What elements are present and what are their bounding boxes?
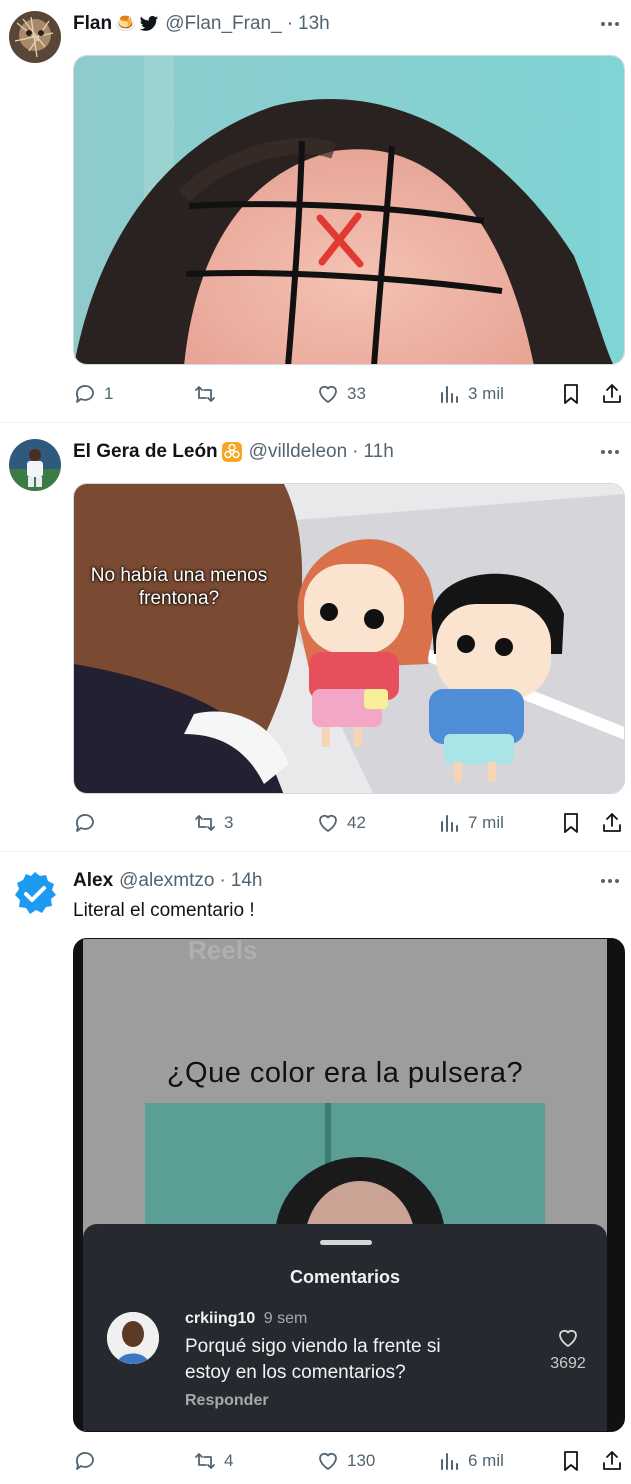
retweet-button[interactable]: 4: [193, 1448, 233, 1474]
reply-link[interactable]: Responder: [185, 1392, 269, 1410]
action-bar: 4 130 6 mil: [73, 1448, 625, 1474]
comment-age: 9 sem: [263, 1310, 308, 1327]
meme-caption: No había una menos frentona?: [90, 565, 268, 609]
views-button[interactable]: 3 mil: [437, 381, 504, 407]
like-button[interactable]: 33: [316, 381, 366, 407]
separator-dot: ·: [286, 13, 294, 34]
comment-line-1: Porqué sigo viendo la frente si: [185, 1336, 441, 1357]
retweet-count: 3: [224, 813, 234, 832]
views-icon: [441, 815, 458, 832]
retweet-button[interactable]: 3: [193, 810, 233, 836]
action-bar: 3 42 7 mil: [73, 810, 625, 836]
retweet-icon: [195, 1453, 215, 1469]
tweet-3[interactable]: Alex @alexmtzo · 14h Literal el comentar…: [0, 852, 631, 1484]
bookmark-icon: [564, 813, 578, 833]
like-button[interactable]: 42: [316, 810, 366, 836]
tweet-text: Literal el comentario !: [73, 900, 255, 921]
display-name[interactable]: Flan: [73, 13, 112, 35]
retweet-button[interactable]: [193, 381, 224, 407]
avatar[interactable]: [9, 439, 61, 491]
comment-line-2: estoy en los comentarios?: [185, 1362, 406, 1383]
handle[interactable]: @villdeleon: [249, 441, 348, 463]
bookmark-icon: [564, 384, 578, 404]
views-button[interactable]: 6 mil: [437, 1448, 504, 1474]
timestamp[interactable]: 14h: [231, 870, 263, 892]
handle[interactable]: @Flan_Fran_: [165, 13, 281, 35]
heart-icon: [319, 814, 337, 832]
comment-like-count: 3692: [550, 1355, 586, 1372]
bookmark-button[interactable]: [559, 810, 583, 836]
bookmark-icon: [564, 1451, 578, 1471]
retweet-icon: [195, 815, 215, 831]
reels-question: ¿Que color era la pulsera?: [166, 1057, 524, 1089]
retweet-icon: [195, 386, 215, 402]
author-row: Flan 🍮 @Flan_Fran_ · 13h: [73, 12, 330, 36]
share-icon: [603, 813, 621, 832]
reply-button[interactable]: [73, 1448, 104, 1474]
display-name[interactable]: Alex: [73, 870, 113, 892]
display-name[interactable]: El Gera de León: [73, 441, 218, 463]
views-button[interactable]: 7 mil: [437, 810, 504, 836]
reply-button[interactable]: 1: [73, 381, 113, 407]
avatar[interactable]: [9, 11, 61, 63]
bookmark-button[interactable]: [559, 1448, 583, 1474]
tweet-2[interactable]: El Gera de León @villdeleon · 11h No hab…: [0, 423, 631, 851]
avatar[interactable]: [9, 868, 61, 920]
heart-icon: [319, 385, 337, 403]
retweet-count: 4: [224, 1451, 234, 1470]
action-bar: 1 33 3 mil: [73, 381, 625, 407]
flan-emoji: 🍮: [115, 14, 137, 33]
comment-text: Porqué sigo viendo la frente si estoy en…: [185, 1334, 441, 1386]
comment-header: crkiing10 9 sem: [185, 1310, 307, 1328]
reply-icon: [75, 1452, 94, 1470]
reels-label: Reels: [188, 938, 258, 965]
like-count: 42: [347, 813, 366, 832]
views-icon: [441, 386, 458, 403]
views-count: 7 mil: [468, 813, 504, 832]
reply-count: 1: [104, 384, 114, 403]
share-icon: [603, 1451, 621, 1470]
share-icon: [603, 384, 621, 403]
reply-icon: [75, 814, 94, 832]
tweet-image[interactable]: [73, 55, 625, 365]
bird-icon: [139, 15, 159, 31]
tweet-video-screenshot[interactable]: Reels ¿Que color era la pulsera? Comenta…: [73, 938, 625, 1432]
author-row: Alex @alexmtzo · 14h: [73, 869, 263, 893]
timestamp[interactable]: 13h: [298, 13, 330, 35]
timestamp[interactable]: 11h: [364, 441, 394, 463]
more-options-icon[interactable]: [599, 13, 621, 35]
heart-icon: [319, 1452, 337, 1470]
views-icon: [441, 1453, 458, 1470]
comments-panel: Comentarios crkiing10 9 sem Porqué sigo …: [83, 1224, 607, 1431]
share-button[interactable]: [600, 381, 624, 407]
more-options-icon[interactable]: [599, 441, 621, 463]
like-count: 130: [347, 1451, 376, 1470]
author-row: El Gera de León @villdeleon · 11h: [73, 440, 394, 464]
like-count: 33: [347, 384, 366, 403]
views-count: 3 mil: [468, 384, 504, 403]
separator-dot: ·: [219, 870, 226, 891]
share-button[interactable]: [600, 810, 624, 836]
reply-button[interactable]: [73, 810, 104, 836]
comments-title: Comentarios: [289, 1267, 401, 1287]
drag-handle[interactable]: [320, 1240, 372, 1245]
reply-icon: [75, 385, 94, 403]
commenter-avatar[interactable]: [107, 1312, 159, 1364]
like-button[interactable]: 130: [316, 1448, 375, 1474]
comment-heart-icon[interactable]: [555, 1326, 581, 1350]
tweet-1[interactable]: Flan 🍮 @Flan_Fran_ · 13h 1 33 3 mil: [0, 0, 631, 422]
share-button[interactable]: [600, 1448, 624, 1474]
biohazard-badge-icon: [221, 442, 242, 462]
separator-dot: ·: [352, 441, 359, 462]
commenter-name[interactable]: crkiing10: [185, 1310, 255, 1327]
tweet-image[interactable]: No había una menos frentona?: [73, 483, 625, 794]
bookmark-button[interactable]: [559, 381, 583, 407]
more-options-icon[interactable]: [599, 870, 621, 892]
views-count: 6 mil: [468, 1451, 504, 1470]
handle[interactable]: @alexmtzo: [119, 870, 214, 892]
